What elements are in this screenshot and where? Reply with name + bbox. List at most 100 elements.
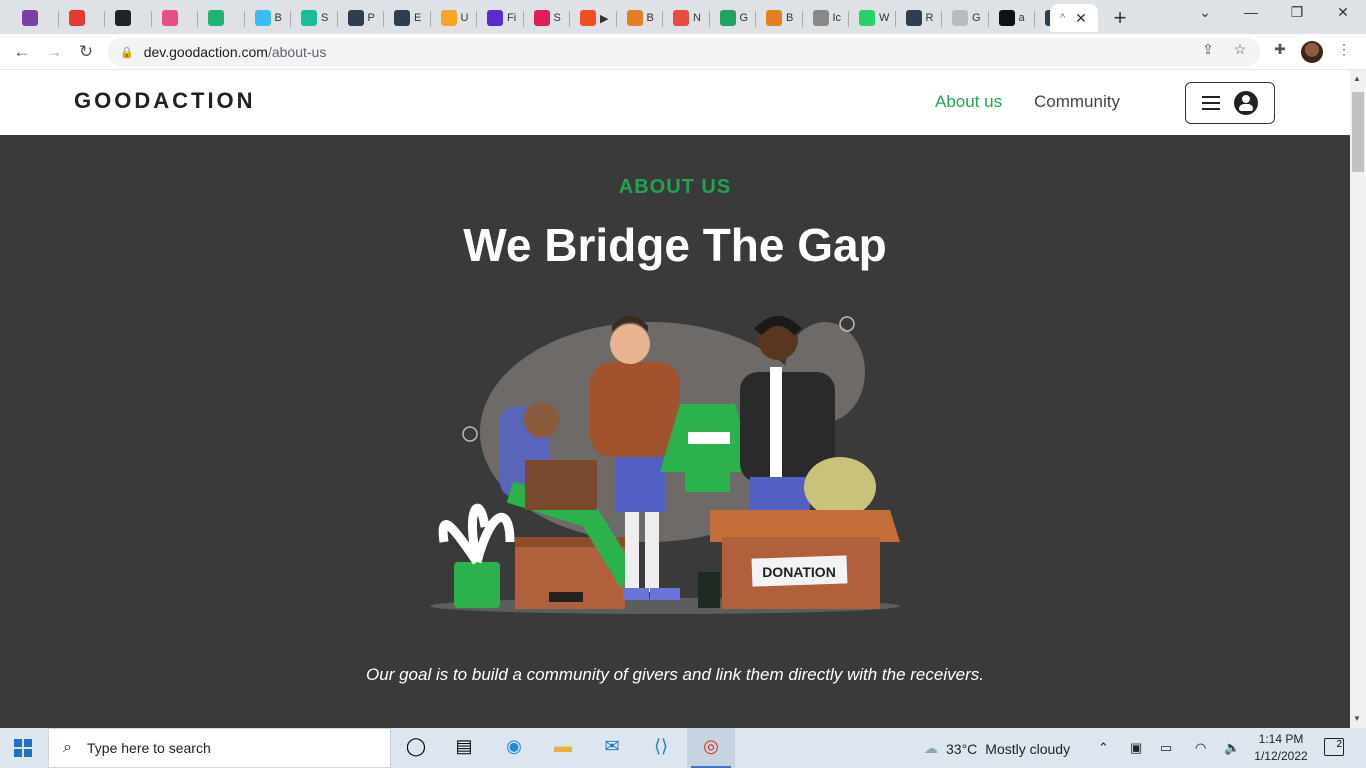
page-scrollbar[interactable]: ▲ ▼: [1350, 70, 1366, 728]
browser-tab[interactable]: N: [663, 4, 710, 32]
tab-label: S: [321, 12, 329, 24]
vscode-icon[interactable]: ⟨⟩: [648, 736, 674, 760]
tab-favicon-icon: [859, 10, 875, 26]
active-tab[interactable]: ^ ✕: [1050, 4, 1098, 32]
meet-now-icon[interactable]: ▣: [1130, 740, 1142, 756]
address-bar[interactable]: 🔒 dev.goodaction.com/about-us: [108, 38, 1260, 66]
browser-tab[interactable]: ▶: [570, 4, 617, 32]
window-close-button[interactable]: ✕: [1328, 4, 1358, 21]
weather-widget[interactable]: ☁ 33°C Mostly cloudy: [924, 740, 1070, 757]
tab-label: Fi: [507, 12, 517, 24]
browser-tab[interactable]: [105, 4, 152, 32]
tab-search-button[interactable]: ⌄: [1190, 4, 1220, 21]
tab-favicon-icon: [161, 10, 178, 26]
donation-box-label: DONATION: [762, 564, 836, 580]
cortana-icon[interactable]: ◯: [403, 736, 429, 760]
browser-tab[interactable]: P: [338, 4, 384, 32]
tab-favicon-icon: [208, 10, 224, 26]
browser-tab[interactable]: [152, 4, 198, 32]
browser-tab[interactable]: W: [849, 4, 896, 32]
system-clock[interactable]: 1:14 PM 1/12/2022: [1248, 731, 1314, 765]
tab-label: U: [460, 12, 469, 24]
page-title: We Bridge The Gap: [463, 219, 887, 271]
taskbar-search-input[interactable]: ⌕ Type here to search: [48, 728, 391, 768]
tab-label: G: [972, 12, 981, 24]
browser-tab[interactable]: S: [524, 4, 570, 32]
back-button[interactable]: ←: [10, 40, 34, 64]
tab-favicon-icon: [440, 10, 457, 26]
task-view-icon[interactable]: ▤: [451, 736, 477, 760]
browser-tab[interactable]: a: [989, 4, 1035, 32]
site-header: GOODACTION About us Community: [0, 70, 1350, 135]
browser-tab[interactable]: B: [245, 4, 291, 32]
browser-tab[interactable]: G: [710, 4, 756, 32]
minimize-button[interactable]: —: [1236, 4, 1266, 20]
battery-icon[interactable]: ▭: [1160, 740, 1172, 756]
taskbar-search-placeholder: Type here to search: [87, 740, 211, 756]
browser-tab[interactable]: U: [431, 4, 477, 32]
browser-toolbar: ← → ↻ 🔒 dev.goodaction.com/about-us ⇪ ☆ …: [0, 34, 1366, 70]
tab-favicon-icon: [998, 10, 1015, 26]
chrome-icon: ◎: [703, 736, 719, 756]
tab-label: R: [925, 12, 934, 24]
close-tab-icon[interactable]: ✕: [1075, 10, 1087, 27]
nav-community[interactable]: Community: [1034, 92, 1120, 112]
file-explorer-icon[interactable]: ▬: [550, 736, 576, 760]
user-account-icon: [1234, 91, 1258, 115]
chrome-taskbar-button[interactable]: ◎: [687, 728, 735, 768]
mission-tagline: Our goal is to build a community of give…: [366, 665, 984, 684]
browser-tab[interactable]: Fi: [477, 4, 524, 32]
nav-about-us[interactable]: About us: [935, 92, 1002, 112]
bookmark-star-icon[interactable]: ☆: [1230, 41, 1250, 58]
notification-center-icon[interactable]: 2: [1324, 738, 1344, 756]
browser-tab[interactable]: [12, 4, 59, 32]
browser-tab[interactable]: [198, 4, 245, 32]
tab-favicon-icon: [626, 10, 643, 26]
browser-tab[interactable]: [59, 4, 105, 32]
weather-text: Mostly cloudy: [985, 740, 1071, 757]
browser-tab[interactable]: S: [291, 4, 338, 32]
forward-button[interactable]: →: [42, 40, 66, 64]
hamburger-icon: [1202, 96, 1220, 110]
browser-tab[interactable]: Ic: [803, 4, 849, 32]
weather-temp: 33°C: [946, 740, 978, 757]
site-logo[interactable]: GOODACTION: [74, 88, 256, 114]
restore-button[interactable]: ❐: [1282, 4, 1312, 21]
url-path: /about-us: [267, 44, 327, 60]
new-tab-button[interactable]: +: [1108, 5, 1132, 31]
tab-favicon-icon: [952, 10, 968, 26]
tab-label: S: [553, 12, 561, 24]
tab-favicon-icon: [580, 10, 596, 26]
tab-favicon-icon: [487, 10, 503, 26]
reload-button[interactable]: ↻: [74, 40, 98, 64]
browser-tab[interactable]: E: [384, 4, 431, 32]
cloud-icon: ☁: [924, 740, 938, 756]
donation-illustration: DONATION: [430, 316, 900, 614]
tab-favicon-icon: [673, 10, 689, 26]
volume-icon[interactable]: 🔈: [1224, 740, 1240, 756]
browser-menu-icon[interactable]: ⋮: [1334, 41, 1354, 58]
share-icon[interactable]: ⇪: [1198, 41, 1218, 58]
scroll-thumb[interactable]: [1352, 92, 1364, 172]
account-menu-button[interactable]: [1185, 82, 1275, 124]
windows-start-icon[interactable]: [14, 739, 32, 757]
tray-overflow-icon[interactable]: ⌃: [1098, 740, 1109, 756]
profile-avatar[interactable]: [1301, 41, 1323, 63]
tab-label: B: [274, 12, 282, 24]
tab-favicon-icon: [812, 10, 829, 26]
browser-tab-strip: RaGRWIcBGNB▶SFiUEPSB ^ ✕ + ⌄ — ❐ ✕: [0, 0, 1366, 34]
browser-tab[interactable]: B: [617, 4, 663, 32]
extensions-icon[interactable]: ✚: [1270, 41, 1290, 58]
browser-tab[interactable]: R: [896, 4, 942, 32]
tab-favicon-icon: [905, 10, 922, 26]
tab-label: B: [646, 12, 654, 24]
scroll-down-icon[interactable]: ▼: [1353, 714, 1361, 723]
scroll-up-icon[interactable]: ▲: [1353, 74, 1361, 83]
mail-icon[interactable]: ✉: [599, 736, 625, 760]
section-eyebrow: ABOUT US: [618, 176, 732, 198]
edge-icon[interactable]: ◉: [501, 736, 527, 760]
browser-tab[interactable]: G: [942, 4, 989, 32]
browser-tab[interactable]: B: [756, 4, 803, 32]
notification-count: 2: [1336, 739, 1342, 750]
wifi-icon[interactable]: ◠: [1195, 740, 1206, 756]
